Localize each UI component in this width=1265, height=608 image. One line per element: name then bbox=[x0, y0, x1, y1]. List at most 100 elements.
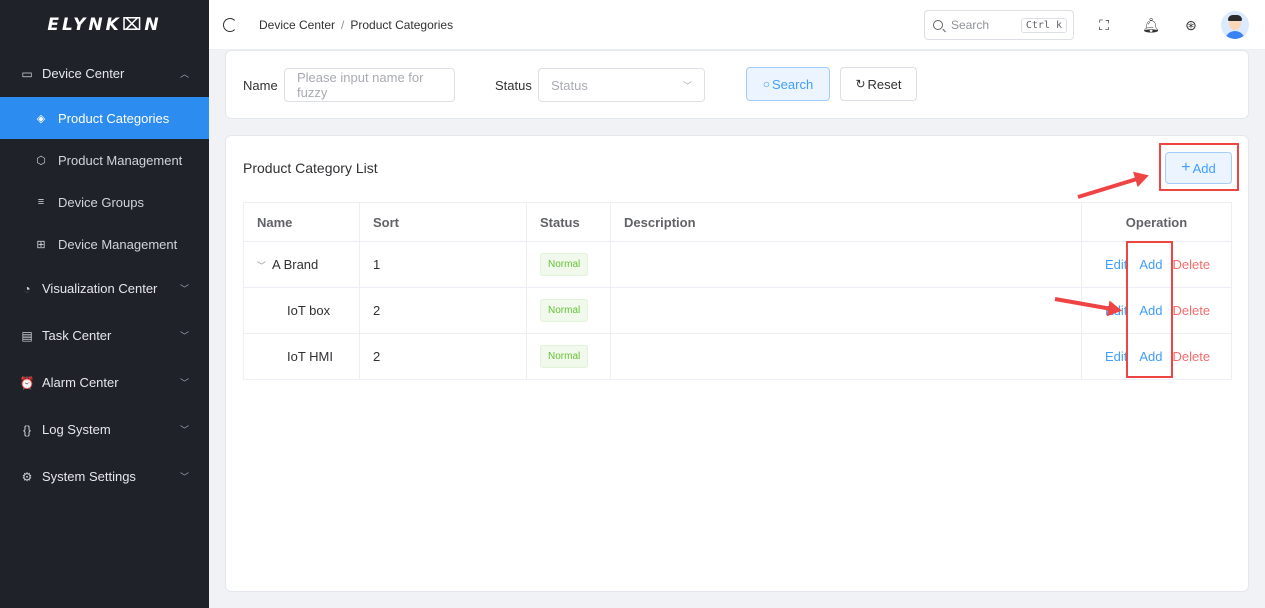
reset-button-label: Reset bbox=[867, 76, 902, 92]
chevron-down-icon: ﹀ bbox=[179, 425, 189, 435]
status-select-placeholder: Status bbox=[551, 77, 588, 93]
annotation-box-add-column bbox=[1126, 241, 1173, 378]
column-header-status: Status bbox=[526, 202, 611, 242]
delete-link[interactable]: Delete bbox=[1172, 303, 1210, 318]
globe-icon[interactable]: ⊛ bbox=[1181, 15, 1201, 35]
sidebar-group-alarm-center[interactable]: ⏰ Alarm Center ﹀ bbox=[0, 359, 209, 406]
cell-name: ﹀ A Brand bbox=[243, 241, 360, 288]
sidebar-item-label: Device Management bbox=[58, 236, 178, 252]
chart-icon: ◔ bbox=[23, 281, 31, 296]
clipboard-icon: ▤ bbox=[21, 328, 33, 343]
sidebar-item-device-groups[interactable]: ≡ Device Groups bbox=[0, 181, 209, 223]
status-select[interactable]: Status ﹀ bbox=[538, 68, 705, 102]
cell-name: IoT box bbox=[243, 287, 360, 334]
gear-icon: ⚙ bbox=[21, 469, 33, 484]
chevron-up-icon: ︿ bbox=[179, 69, 189, 79]
sidebar-item-device-management[interactable]: ⊞ Device Management bbox=[0, 223, 209, 265]
sidebar-group-label: System Settings bbox=[42, 469, 136, 484]
sidebar-group-task-center[interactable]: ▤ Task Center ﹀ bbox=[0, 312, 209, 359]
cell-status: Normal bbox=[526, 333, 611, 380]
delete-link[interactable]: Delete bbox=[1172, 257, 1210, 272]
status-badge: Normal bbox=[540, 299, 589, 322]
layers-icon: ◈ bbox=[36, 112, 46, 125]
search-button-label: Search bbox=[772, 76, 814, 92]
table-row: IoT HMI 2 Normal Edit Add Delete bbox=[243, 333, 1232, 380]
name-label: Name bbox=[243, 78, 278, 93]
cell-name-text: A Brand bbox=[272, 257, 319, 272]
delete-link[interactable]: Delete bbox=[1172, 349, 1210, 364]
breadcrumb: Device Center / Product Categories bbox=[259, 18, 453, 32]
search-placeholder: Search bbox=[951, 18, 990, 32]
status-label: Status bbox=[495, 78, 532, 93]
list-panel: Product Category List + Add Name Sort St… bbox=[225, 135, 1249, 592]
avatar[interactable] bbox=[1221, 11, 1249, 39]
cell-name: IoT HMI bbox=[243, 333, 360, 380]
chevron-down-icon: ﹀ bbox=[179, 331, 189, 341]
table-row: IoT box 2 Normal EditAddDelete bbox=[243, 287, 1232, 334]
tree-icon: ⊞ bbox=[36, 238, 46, 251]
breadcrumb-separator: / bbox=[341, 17, 345, 32]
refresh-icon[interactable] bbox=[223, 17, 237, 32]
chevron-down-icon: ﹀ bbox=[179, 378, 189, 388]
cell-sort: 2 bbox=[359, 287, 527, 334]
search-icon: ○ bbox=[762, 77, 771, 91]
app-logo[interactable]: ELYNK⌧N bbox=[0, 0, 209, 50]
sidebar-group-device-center[interactable]: ▭ Device Center ︿ bbox=[0, 50, 209, 97]
column-header-sort: Sort bbox=[359, 202, 527, 242]
status-badge: Normal bbox=[540, 253, 589, 276]
annotation-box-add-button bbox=[1159, 143, 1239, 191]
cell-description bbox=[610, 287, 1082, 334]
cell-description bbox=[610, 333, 1082, 380]
refresh-icon: ↻ bbox=[855, 77, 866, 91]
table-row: ﹀ A Brand 1 Normal Edit Add Delete bbox=[243, 241, 1232, 288]
sidebar-item-label: Product Categories bbox=[58, 110, 170, 126]
cell-status: Normal bbox=[526, 241, 611, 288]
search-icon bbox=[933, 20, 943, 30]
code-icon: {} bbox=[22, 422, 31, 437]
sidebar-item-product-categories[interactable]: ◈ Product Categories bbox=[0, 97, 209, 139]
sidebar-item-product-management[interactable]: ⬡ Product Management bbox=[0, 139, 209, 181]
sidebar: ELYNK⌧N ▭ Device Center ︿ ◈ Product Cate… bbox=[0, 0, 209, 608]
global-search[interactable]: Search Ctrl k bbox=[924, 10, 1074, 40]
sidebar-item-label: Device Groups bbox=[58, 194, 144, 210]
column-header-description: Description bbox=[610, 202, 1082, 242]
column-header-operation: Operation bbox=[1081, 202, 1232, 242]
status-badge: Normal bbox=[540, 345, 589, 368]
cell-sort: 1 bbox=[359, 241, 527, 288]
cell-status: Normal bbox=[526, 287, 611, 334]
alarm-icon: ⏰ bbox=[19, 375, 35, 390]
edit-link[interactable]: Edit bbox=[1105, 349, 1127, 364]
sidebar-group-label: Device Center bbox=[42, 66, 125, 81]
chevron-down-icon: ﹀ bbox=[179, 284, 189, 294]
edit-link[interactable]: Edit bbox=[1105, 257, 1127, 272]
chevron-down-icon[interactable]: ﹀ bbox=[257, 261, 266, 271]
breadcrumb-item[interactable]: Device Center bbox=[259, 18, 335, 32]
top-header: Device Center / Product Categories Search … bbox=[209, 0, 1265, 50]
shortcut-badge: Ctrl k bbox=[1020, 17, 1067, 33]
sidebar-group-log-system[interactable]: {} Log System ﹀ bbox=[0, 406, 209, 453]
filter-panel: Name Please input name for fuzzy Status … bbox=[225, 50, 1249, 119]
fullscreen-icon[interactable]: ⛶ bbox=[1094, 15, 1114, 35]
box-icon: ⬡ bbox=[36, 154, 46, 167]
sidebar-group-system-settings[interactable]: ⚙ System Settings ﹀ bbox=[0, 453, 209, 500]
chevron-down-icon: ﹀ bbox=[682, 81, 692, 91]
bell-icon[interactable]: 🔔︎ bbox=[1141, 15, 1161, 35]
cell-sort: 2 bbox=[359, 333, 527, 380]
search-button[interactable]: ○ Search bbox=[746, 67, 830, 101]
sidebar-group-visualization-center[interactable]: ◔ Visualization Center ﹀ bbox=[0, 265, 209, 312]
name-input[interactable]: Please input name for fuzzy bbox=[284, 68, 455, 102]
category-table: Name Sort Status Description Operation ﹀… bbox=[243, 202, 1232, 380]
breadcrumb-item: Product Categories bbox=[350, 17, 454, 32]
monitor-icon: ▭ bbox=[21, 66, 33, 81]
sidebar-group-label: Log System bbox=[42, 422, 111, 437]
reset-button[interactable]: ↻ Reset bbox=[840, 67, 917, 101]
sidebar-item-label: Product Management bbox=[58, 152, 183, 168]
sidebar-group-label: Task Center bbox=[42, 328, 112, 343]
chevron-down-icon: ﹀ bbox=[179, 472, 189, 482]
column-header-name: Name bbox=[243, 202, 360, 242]
table-header-row: Name Sort Status Description Operation bbox=[243, 202, 1232, 242]
list-title: Product Category List bbox=[243, 160, 378, 176]
name-input-placeholder: Please input name for fuzzy bbox=[297, 70, 424, 100]
sidebar-group-label: Alarm Center bbox=[42, 375, 119, 390]
cell-description bbox=[610, 241, 1082, 288]
